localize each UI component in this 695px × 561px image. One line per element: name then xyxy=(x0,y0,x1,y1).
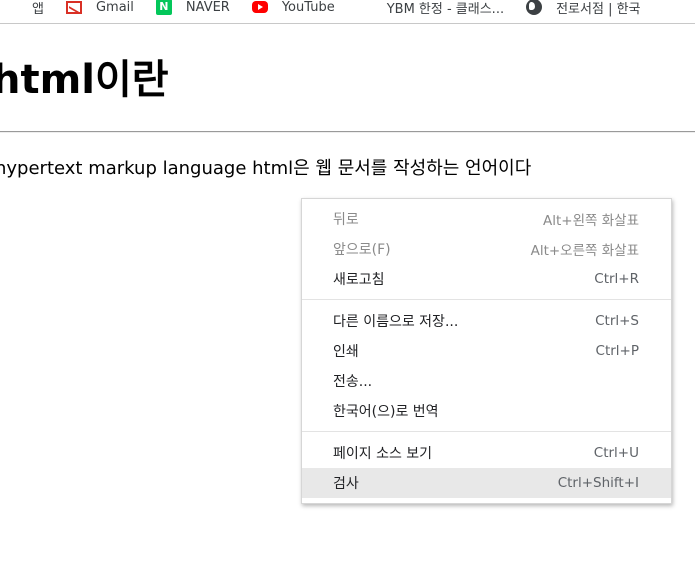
bookmark-label: 앱 xyxy=(32,1,44,17)
youtube-icon xyxy=(251,1,268,13)
menu-separator xyxy=(302,431,671,432)
context-menu: 뒤로 Alt+왼쪽 화살표 앞으로(F) Alt+오른쪽 화살표 새로고침 Ct… xyxy=(301,198,672,504)
menu-item-shortcut: Ctrl+Shift+I xyxy=(557,475,639,491)
menu-item-label: 인쇄 xyxy=(333,344,359,360)
menu-item-cast[interactable]: 전송... xyxy=(302,366,671,396)
menu-item-back[interactable]: 뒤로 Alt+왼쪽 화살표 xyxy=(302,204,671,234)
globe-icon xyxy=(526,0,543,15)
menu-item-print[interactable]: 인쇄 Ctrl+P xyxy=(302,336,671,366)
menu-item-label: 앞으로(F) xyxy=(333,242,391,258)
menu-item-shortcut: Ctrl+P xyxy=(595,343,639,359)
menu-item-translate[interactable]: 한국어(으)로 번역 xyxy=(302,396,671,426)
menu-item-label: 뒤로 xyxy=(333,212,359,228)
horizontal-rule xyxy=(0,131,695,133)
menu-item-label: 검사 xyxy=(333,476,359,492)
bookmark-ybm[interactable]: YBM 한정 - 클래스... xyxy=(357,0,504,23)
bookmark-label: YBM 한정 - 클래스... xyxy=(386,1,505,17)
ybm-icon xyxy=(357,0,373,15)
browser-viewport: 앱 Gmail N NAVER YouTube YBM 한정 - 클래스... … xyxy=(0,0,695,561)
menu-item-shortcut: Ctrl+S xyxy=(595,313,639,329)
naver-icon: N xyxy=(155,0,172,15)
bookmark-apps[interactable]: 앱 xyxy=(4,0,44,23)
menu-item-shortcut: Alt+오른쪽 화살표 xyxy=(530,243,639,259)
bookmark-label: Gmail xyxy=(95,0,134,15)
bookmark-label: 전로서점 | 한국 xyxy=(556,1,641,17)
bookmarks-bar: 앱 Gmail N NAVER YouTube YBM 한정 - 클래스... … xyxy=(0,0,695,24)
bookmark-label: NAVER xyxy=(185,0,230,15)
page-heading: html이란 xyxy=(0,57,169,103)
menu-item-reload[interactable]: 새로고침 Ctrl+R xyxy=(302,264,671,294)
menu-separator xyxy=(302,299,671,300)
menu-item-shortcut: Alt+왼쪽 화살표 xyxy=(543,213,639,229)
page-paragraph: hypertext markup language html은 웹 문서를 작성… xyxy=(0,158,532,179)
menu-item-forward[interactable]: 앞으로(F) Alt+오른쪽 화살표 xyxy=(302,234,671,264)
menu-item-label: 새로고침 xyxy=(333,272,385,288)
menu-item-label: 페이지 소스 보기 xyxy=(333,446,433,462)
menu-item-view-source[interactable]: 페이지 소스 보기 Ctrl+U xyxy=(302,438,671,468)
bookmark-naver[interactable]: N NAVER xyxy=(155,0,230,23)
menu-item-save-as[interactable]: 다른 이름으로 저장... Ctrl+S xyxy=(302,306,671,336)
bookmark-gmail[interactable]: Gmail xyxy=(65,0,134,23)
menu-item-label: 다른 이름으로 저장... xyxy=(333,314,459,330)
apps-icon xyxy=(4,0,18,14)
menu-item-inspect[interactable]: 검사 Ctrl+Shift+I xyxy=(302,468,671,498)
gmail-icon xyxy=(65,0,82,14)
menu-item-label: 한국어(으)로 번역 xyxy=(333,404,439,420)
menu-item-shortcut: Ctrl+U xyxy=(593,445,639,461)
menu-item-shortcut: Ctrl+R xyxy=(594,271,639,287)
bookmark-globe[interactable]: 전로서점 | 한국 xyxy=(526,0,641,23)
bookmark-youtube[interactable]: YouTube xyxy=(251,0,335,23)
bookmark-label: YouTube xyxy=(281,0,335,15)
menu-item-label: 전송... xyxy=(333,374,373,390)
